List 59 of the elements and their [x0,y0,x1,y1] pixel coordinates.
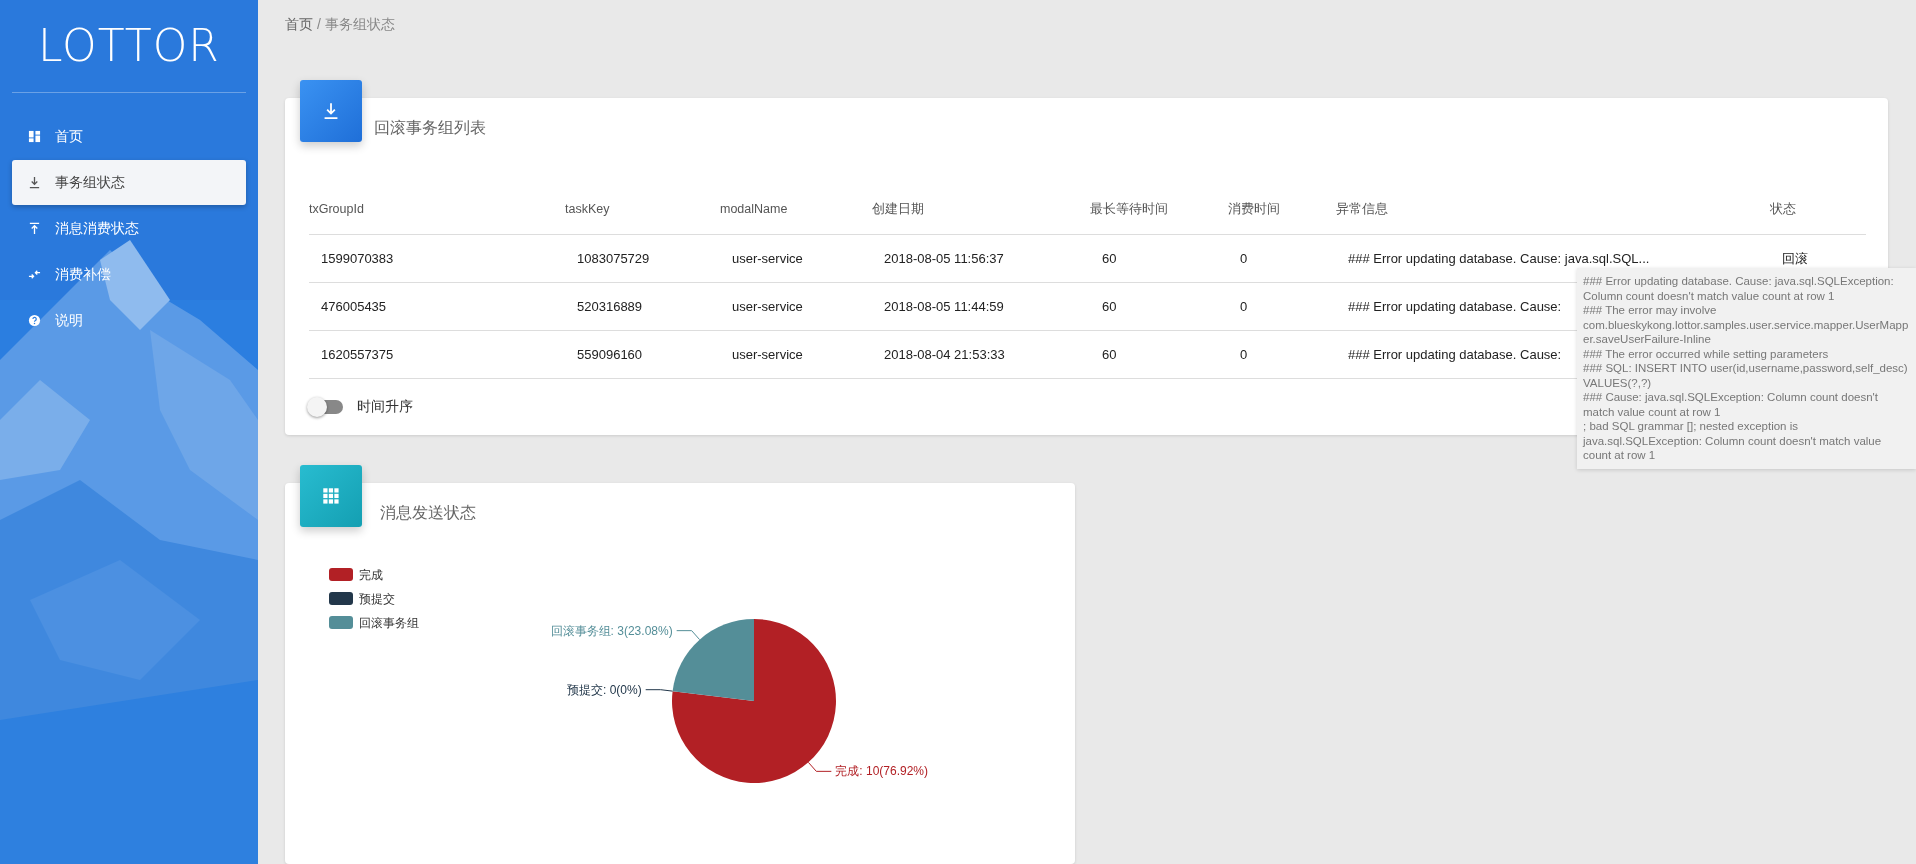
logo: LOTTOR [38,19,220,73]
slice-label: 回滚事务组: 3(23.08%) [550,623,673,638]
legend-item[interactable]: 回滚事务组 [329,610,489,635]
column-header: 消费时间 [1228,200,1336,235]
breadcrumb-current: 事务组状态 [324,15,395,34]
column-header: modalName [720,200,872,235]
table-cell: 0 [1228,330,1336,379]
table-cell: 2018-08-05 11:44:59 [872,282,1090,331]
help-icon [28,314,41,327]
table-cell: 60 [1090,282,1228,331]
breadcrumb-separator: / [317,15,321,34]
table-cell: 1599070383 [309,234,565,283]
table-cell: 0 [1228,234,1336,283]
table-cell: user-service [720,234,872,283]
leader-line [676,629,701,640]
table-cell: 60 [1090,234,1228,283]
card-title: 回滚事务组列表 [374,118,486,138]
table-cell: 1620557375 [309,330,565,379]
column-header: taskKey [565,200,720,235]
slice-label: 预提交: 0(0%) [567,682,642,697]
error-tooltip: ### Error updating database. Cause: java.sql.SQLException: Column count doesn't match value count at row 1 ### The error may involve com.blueskykong.lottor.samples.user.service.mapper.UserMapper.saveUserFailure-Inline ### The error occurred while setting parameters ### SQL: INSERT INTO user(id,username,password,self_desc) VALUES(?,?) ### Cause: java.sql.SQLException: Column count doesn't match value count at row 1 ; bad SQL grammar []; nested exception is java.sql.SQLException: Column count doesn't match value count at row 1 [1577,268,1916,469]
slice-label: 完成: 10(76.92%) [835,764,929,779]
leader-line [645,688,674,692]
sidebar-item[interactable]: 事务组状态 [12,160,246,205]
sidebar-item[interactable]: 首页 [12,114,246,159]
table-cell: 559096160 [565,330,720,379]
table-cell: 476005435 [309,282,565,331]
card-title: 消息发送状态 [380,502,476,523]
table-cell: user-service [720,330,872,379]
download-icon [28,176,41,189]
download-icon [322,102,340,120]
toggle-label: 时间升序 [357,397,413,417]
legend-item[interactable]: 预提交 [329,586,489,611]
legend-item[interactable]: 完成 [329,562,489,587]
upload-icon [28,222,41,235]
column-header: 最长等待时间 [1090,200,1228,235]
sidebar-item[interactable]: 说明 [12,298,246,343]
sidebar-item[interactable]: 消费补偿 [12,252,246,297]
toggle-switch[interactable] [309,399,343,414]
table-cell: user-service [720,282,872,331]
breadcrumb-link[interactable]: 首页 [285,14,313,64]
table-cell: 60 [1090,330,1228,379]
legend-label: 回滚事务组 [359,614,419,632]
column-header: 异常信息 [1336,200,1770,235]
column-header: txGroupId [309,200,565,235]
sidebar-item[interactable]: 消息消费状态 [12,206,246,251]
legend-label: 预提交 [359,590,395,608]
table-cell: 2018-08-05 11:56:37 [872,234,1090,283]
merge-arrows-icon [28,268,41,281]
leader-line [807,761,832,772]
table-cell: 520316889 [565,282,720,331]
table-cell: 1083075729 [565,234,720,283]
table-cell: 2018-08-04 21:53:33 [872,330,1090,379]
grid-icon [322,486,340,505]
legend-label: 完成 [359,566,383,584]
table-cell: 0 [1228,282,1336,331]
column-header: 状态 [1770,200,1866,235]
dashboard-icon [28,130,41,143]
column-header: 创建日期 [872,200,1090,235]
